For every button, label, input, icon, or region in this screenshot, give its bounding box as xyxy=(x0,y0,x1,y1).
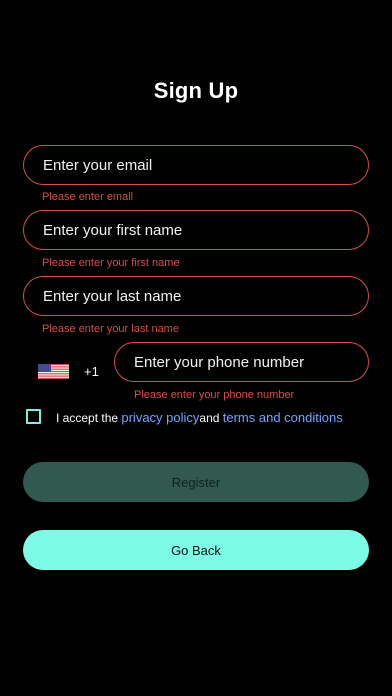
register-label: Register xyxy=(171,474,221,490)
phone-field[interactable]: Enter your phone number xyxy=(114,342,369,382)
last-name-placeholder: Enter your last name xyxy=(43,287,182,305)
email-placeholder: Enter your email xyxy=(43,156,153,174)
email-error: Please enter email xyxy=(42,191,134,203)
phone-error: Please enter your phone number xyxy=(134,389,295,401)
country-code[interactable]: +1 xyxy=(84,364,99,379)
last-name-error: Please enter your last name xyxy=(42,323,179,335)
terms-prefix: I accept the xyxy=(56,411,122,425)
register-button[interactable]: Register xyxy=(23,462,369,502)
go-back-button[interactable]: Go Back xyxy=(23,530,369,570)
email-field[interactable]: Enter your email xyxy=(23,145,369,185)
terms-middle: and xyxy=(199,411,223,425)
terms-conditions-link[interactable]: terms and conditions xyxy=(223,410,343,425)
privacy-policy-link[interactable]: privacy policy xyxy=(121,410,199,425)
us-flag-icon[interactable] xyxy=(38,364,69,379)
first-name-error: Please enter your first name xyxy=(42,257,180,269)
terms-text: I accept the privacy policyand terms and… xyxy=(56,410,343,425)
phone-placeholder: Enter your phone number xyxy=(134,353,305,371)
go-back-label: Go Back xyxy=(171,542,221,558)
first-name-placeholder: Enter your first name xyxy=(43,221,183,239)
page-title: Sign Up xyxy=(153,78,239,103)
last-name-field[interactable]: Enter your last name xyxy=(23,276,369,316)
first-name-field[interactable]: Enter your first name xyxy=(23,210,369,250)
terms-checkbox[interactable] xyxy=(26,409,41,424)
